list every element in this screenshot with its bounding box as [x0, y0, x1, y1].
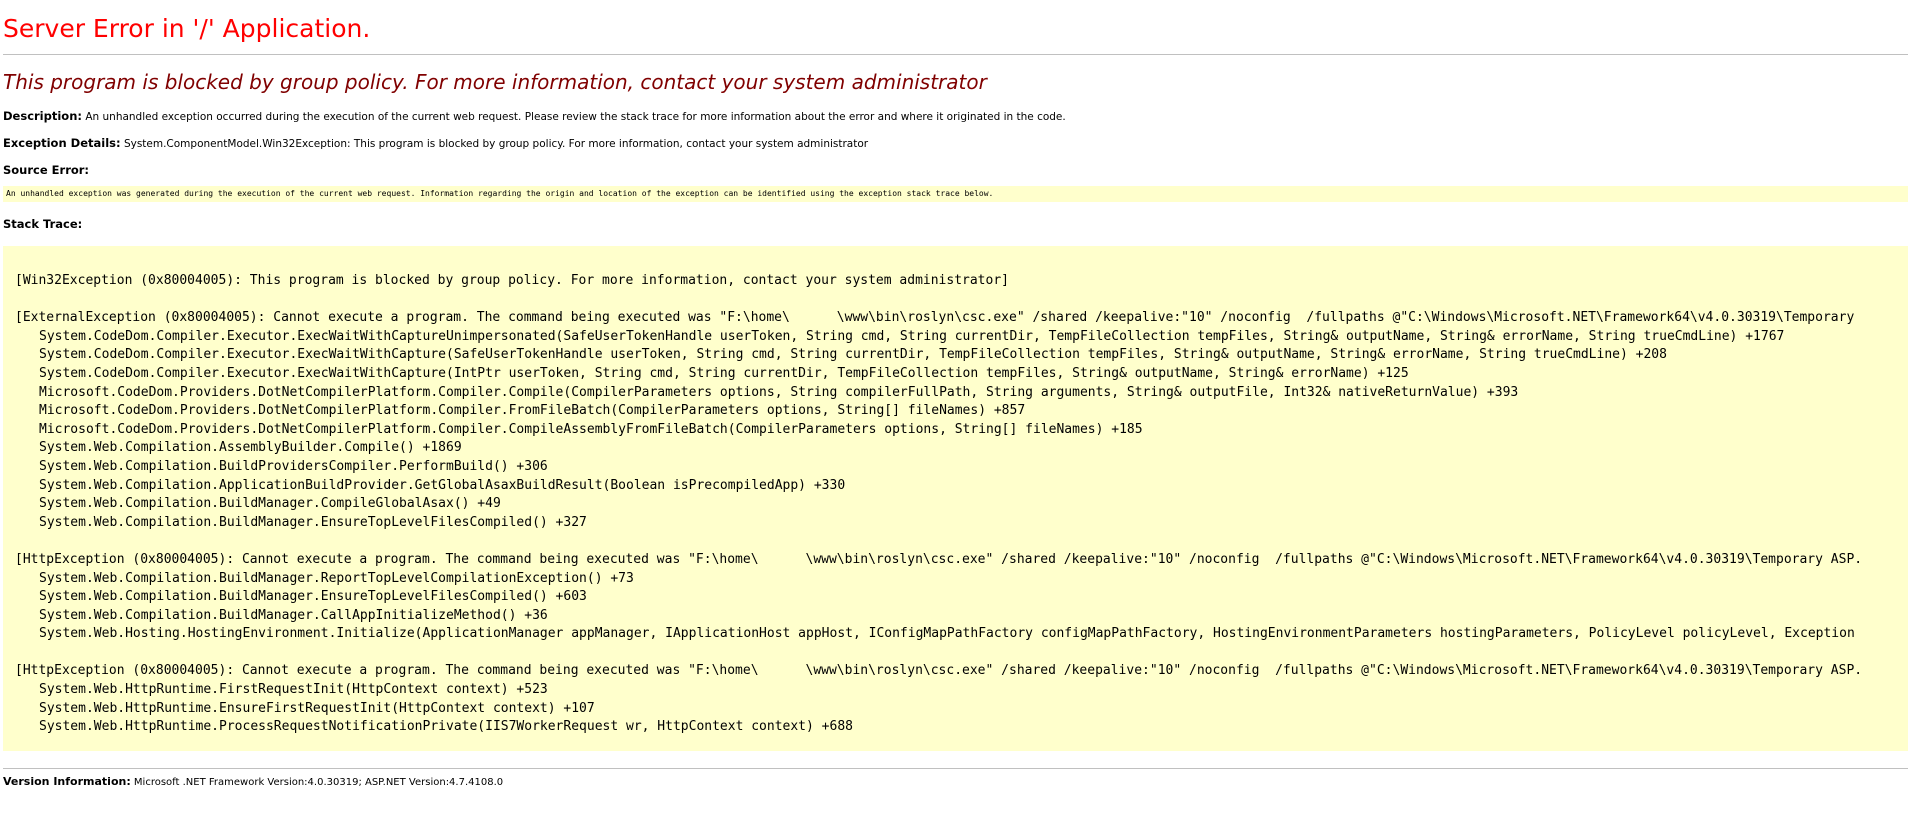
error-message: This program is blocked by group policy.…: [3, 70, 987, 94]
stack-trace-frame: Microsoft.CodeDom.Providers.DotNetCompil…: [39, 421, 1143, 437]
stack-trace-frame: System.Web.Compilation.BuildManager.Ensu…: [39, 514, 587, 530]
stack-trace-gap: [15, 532, 1908, 551]
stack-trace-section: Stack Trace:: [3, 217, 1911, 232]
stack-trace-frame: System.Web.Compilation.BuildManager.Comp…: [39, 496, 501, 512]
stack-trace-frame: System.Web.Compilation.BuildManager.Ensu…: [39, 589, 587, 605]
exception-details-text: System.ComponentModel.Win32Exception: Th…: [123, 138, 869, 150]
version-information-section: Version Information: Microsoft .NET Fram…: [3, 775, 1911, 790]
page-title: Server Error in '/' Application.: [3, 14, 371, 43]
source-error-section: Source Error:: [3, 163, 1911, 178]
stack-trace-frame: System.Web.Compilation.BuildManager.Call…: [39, 607, 548, 623]
source-error-label: Source Error:: [3, 163, 90, 177]
source-error-box[interactable]: An unhandled exception was generated dur…: [3, 186, 1908, 202]
version-information-label: Version Information:: [3, 775, 131, 788]
stack-trace-frame: Microsoft.CodeDom.Providers.DotNetCompil…: [39, 384, 1519, 400]
stack-trace-box[interactable]: [Win32Exception (0x80004005): This progr…: [3, 246, 1908, 751]
stack-trace-frame: System.Web.Compilation.BuildProvidersCom…: [39, 458, 548, 474]
stack-trace-exception-header: [ExternalException (0x80004005): Cannot …: [15, 310, 1855, 326]
stack-trace-frame: System.CodeDom.Compiler.Executor.ExecWai…: [39, 347, 1667, 363]
description-section: Description: An unhandled exception occu…: [3, 109, 1911, 124]
error-page: Server Error in '/' Application. This pr…: [0, 0, 1911, 790]
exception-details-label: Exception Details:: [3, 136, 121, 150]
exception-details-section: Exception Details: System.ComponentModel…: [3, 136, 1911, 151]
stack-trace-exception-header: [HttpException (0x80004005): Cannot exec…: [15, 551, 1863, 567]
stack-trace-exception-header: [Win32Exception (0x80004005): This progr…: [15, 273, 1009, 288]
stack-trace-frame: System.Web.HttpRuntime.ProcessRequestNot…: [39, 719, 853, 735]
stack-trace-frame: System.Web.Compilation.ApplicationBuildP…: [39, 477, 846, 493]
stack-trace-gap: [15, 291, 1908, 310]
stack-trace-frame: System.Web.HttpRuntime.EnsureFirstReques…: [39, 700, 595, 716]
stack-trace-frame: System.CodeDom.Compiler.Executor.ExecWai…: [39, 328, 1785, 344]
description-text: An unhandled exception occurred during t…: [85, 111, 1066, 123]
source-error-text: An unhandled exception was generated dur…: [6, 189, 994, 198]
description-label: Description:: [3, 109, 82, 123]
stack-trace-frame: System.Web.Hosting.HostingEnvironment.In…: [39, 626, 1855, 642]
stack-trace-frame: System.CodeDom.Compiler.Executor.ExecWai…: [39, 365, 1409, 381]
stack-trace-frame: System.Web.Compilation.AssemblyBuilder.C…: [39, 440, 462, 456]
stack-trace-exception-header: [HttpException (0x80004005): Cannot exec…: [15, 663, 1863, 679]
version-information-text: Microsoft .NET Framework Version:4.0.303…: [133, 777, 504, 788]
stack-trace-frame: System.Web.HttpRuntime.FirstRequestInit(…: [39, 682, 548, 698]
stack-trace-label: Stack Trace:: [3, 217, 83, 231]
stack-trace-gap: [15, 644, 1908, 663]
footer-divider: [3, 768, 1908, 769]
stack-trace-frame: Microsoft.CodeDom.Providers.DotNetCompil…: [39, 403, 1026, 419]
stack-trace-frame: System.Web.Compilation.BuildManager.Repo…: [39, 570, 634, 586]
